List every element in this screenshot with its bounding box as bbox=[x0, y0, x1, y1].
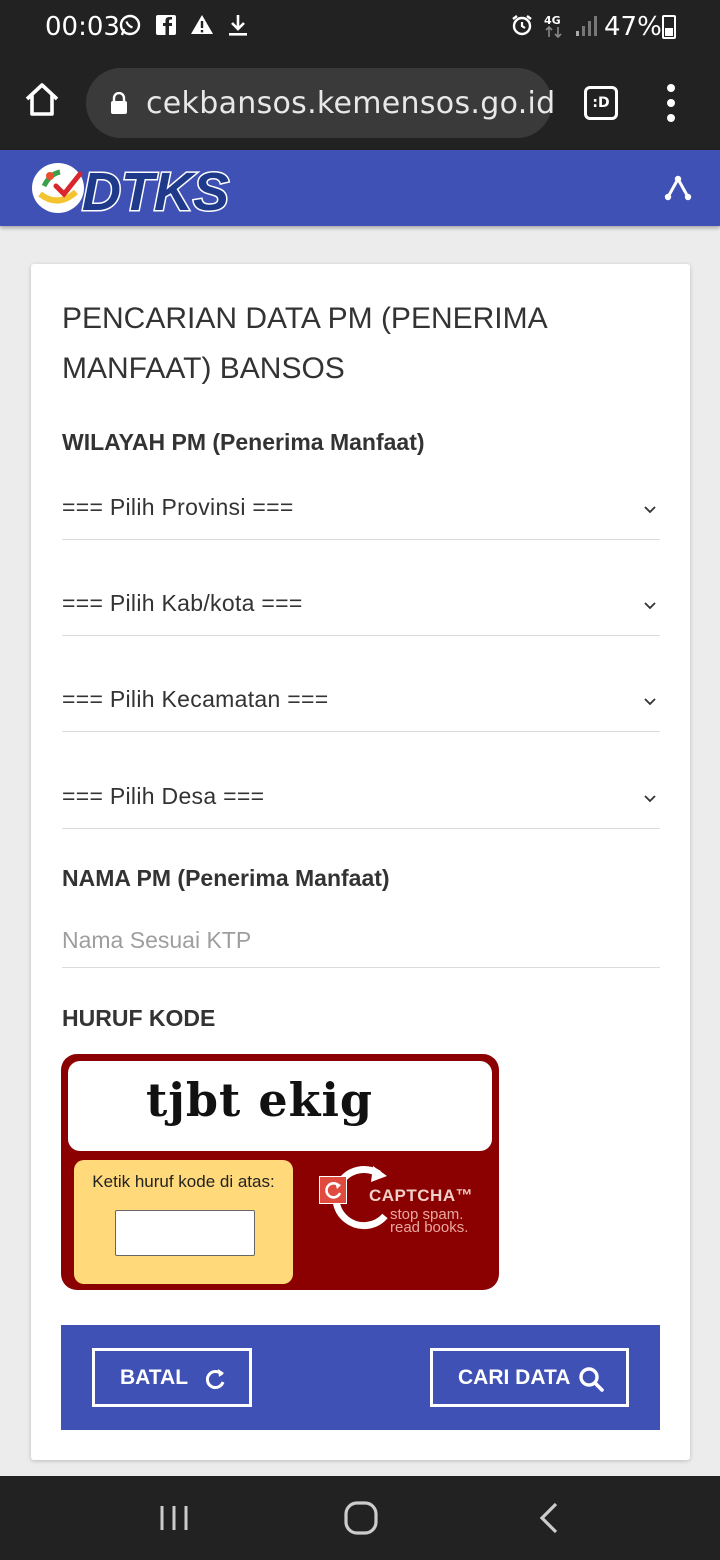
chevron-down-icon bbox=[644, 698, 656, 706]
tab-switcher-button[interactable]: :D bbox=[584, 86, 618, 120]
captcha-answer-panel: Ketik huruf kode di atas: bbox=[74, 1160, 293, 1284]
provinsi-select-value: === Pilih Provinsi === bbox=[62, 494, 294, 520]
search-button-label: CARI DATA bbox=[458, 1365, 571, 1389]
kabkota-select-value: === Pilih Kab/kota === bbox=[62, 590, 303, 616]
home-nav-button[interactable] bbox=[341, 1498, 381, 1538]
svg-text:4G: 4G bbox=[544, 14, 561, 27]
cancel-button[interactable]: BATAL bbox=[92, 1348, 252, 1407]
captcha-slogan: stop spam. read books. bbox=[390, 1207, 469, 1236]
facebook-icon bbox=[154, 13, 178, 39]
kecamatan-select[interactable]: === Pilih Kecamatan === bbox=[62, 660, 660, 732]
system-navigation-bar bbox=[0, 1476, 720, 1560]
refresh-icon bbox=[325, 1182, 342, 1199]
whatsapp-icon bbox=[118, 13, 142, 39]
kecamatan-select-value: === Pilih Kecamatan === bbox=[62, 686, 329, 712]
captcha-input[interactable] bbox=[115, 1210, 255, 1256]
name-section-label: NAMA PM (Penerima Manfaat) bbox=[62, 865, 390, 891]
search-button[interactable]: CARI DATA bbox=[430, 1348, 629, 1407]
chevron-down-icon bbox=[644, 795, 656, 803]
signal-icon bbox=[574, 13, 598, 39]
address-bar[interactable]: cekbansos.kemensos.go.id bbox=[86, 68, 555, 138]
share-icon[interactable] bbox=[662, 172, 694, 204]
network-4g-icon: 4G bbox=[542, 13, 566, 39]
region-section-label: WILAYAH PM (Penerima Manfaat) bbox=[62, 429, 425, 455]
search-icon bbox=[579, 1367, 604, 1392]
battery-icon bbox=[662, 15, 676, 39]
lock-icon bbox=[111, 92, 127, 114]
warning-icon bbox=[190, 13, 214, 39]
home-button[interactable] bbox=[22, 80, 62, 120]
back-icon bbox=[539, 1502, 558, 1534]
chevron-down-icon bbox=[644, 602, 656, 610]
provinsi-select[interactable]: === Pilih Provinsi === bbox=[62, 468, 660, 540]
dtks-logo[interactable]: DTKS bbox=[30, 160, 234, 216]
desa-select[interactable]: === Pilih Desa === bbox=[62, 757, 660, 829]
more-options-button[interactable] bbox=[664, 84, 678, 124]
svg-text:DTKS: DTKS bbox=[82, 162, 229, 216]
captcha-image: tjbt ekig bbox=[68, 1061, 492, 1151]
home-nav-icon bbox=[344, 1501, 378, 1535]
chevron-down-icon bbox=[644, 506, 656, 514]
status-time: 00:03 bbox=[45, 12, 120, 42]
site-header: DTKS bbox=[0, 150, 720, 226]
action-bar: BATAL CARI DATA bbox=[61, 1325, 660, 1430]
captcha-widget: tjbt ekig Ketik huruf kode di atas: CAPT… bbox=[61, 1054, 499, 1290]
alarm-icon bbox=[510, 13, 534, 39]
captcha-brand: CAPTCHA™ bbox=[369, 1186, 474, 1205]
recent-apps-button[interactable] bbox=[154, 1498, 194, 1538]
name-input[interactable] bbox=[62, 914, 660, 968]
search-form-card: PENCARIAN DATA PM (PENERIMA MANFAAT) BAN… bbox=[31, 264, 690, 1460]
refresh-icon bbox=[205, 1369, 225, 1389]
home-icon bbox=[25, 83, 59, 116]
browser-toolbar: cekbansos.kemensos.go.id :D bbox=[0, 56, 720, 150]
back-button[interactable] bbox=[530, 1498, 570, 1538]
cancel-button-label: BATAL bbox=[120, 1365, 189, 1389]
code-section-label: HURUF KODE bbox=[62, 1005, 216, 1031]
captcha-prompt: Ketik huruf kode di atas: bbox=[92, 1172, 275, 1191]
page-title: PENCARIAN DATA PM (PENERIMA MANFAAT) BAN… bbox=[62, 302, 546, 385]
desa-select-value: === Pilih Desa === bbox=[62, 783, 265, 809]
status-bar: 00:03 4G 47% bbox=[0, 0, 720, 56]
notification-icons bbox=[118, 13, 250, 39]
recent-apps-icon bbox=[160, 1506, 188, 1530]
captcha-word: tjbt ekig bbox=[146, 1073, 374, 1127]
download-icon bbox=[226, 13, 250, 39]
system-icons: 4G bbox=[510, 13, 598, 39]
captcha-slogan-line: read books. bbox=[390, 1219, 469, 1236]
battery-percentage: 47% bbox=[604, 12, 662, 42]
captcha-refresh-button[interactable] bbox=[319, 1176, 347, 1204]
kabkota-select[interactable]: === Pilih Kab/kota === bbox=[62, 564, 660, 636]
url-text: cekbansos.kemensos.go.id bbox=[146, 86, 556, 121]
